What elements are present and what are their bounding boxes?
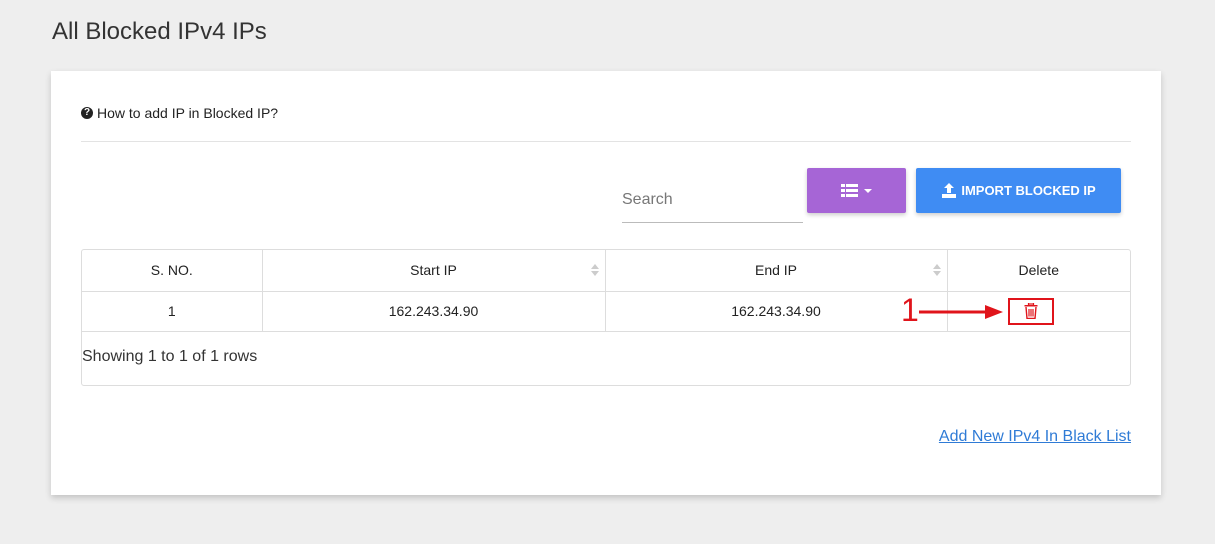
help-label: How to add IP in Blocked IP? (97, 105, 279, 121)
blocked-ip-card: ? How to add IP in Blocked IP? IMPORT BL… (51, 71, 1161, 495)
help-link[interactable]: ? How to add IP in Blocked IP? (81, 105, 278, 121)
table-header-row: S. NO. Start IP End IP Delete (82, 250, 1130, 292)
column-header-start-ip[interactable]: Start IP (262, 250, 606, 292)
question-circle-icon: ? (81, 107, 93, 119)
import-label: IMPORT BLOCKED IP (961, 183, 1096, 198)
divider (81, 141, 1131, 142)
list-icon (841, 184, 858, 197)
column-header-sno: S. NO. (82, 250, 263, 292)
annotation-number: 1 (901, 292, 919, 328)
columns-toggle-button[interactable] (807, 168, 906, 213)
cell-sno: 1 (82, 291, 263, 332)
sort-icon[interactable] (590, 264, 599, 278)
caret-down-icon (864, 188, 872, 193)
upload-icon (942, 183, 957, 198)
add-new-ipv4-link[interactable]: Add New IPv4 In Black List (939, 428, 1131, 446)
trash-icon (1024, 303, 1038, 319)
page-title: All Blocked IPv4 IPs (52, 18, 267, 45)
cell-end-ip: 162.243.34.90 (605, 291, 948, 332)
delete-button[interactable] (1008, 297, 1055, 325)
search-input[interactable] (622, 177, 803, 223)
sort-icon[interactable] (932, 264, 941, 278)
annotation-arrow-icon (919, 305, 1003, 319)
import-blocked-ip-button[interactable]: IMPORT BLOCKED IP (916, 168, 1121, 213)
cell-start-ip: 162.243.34.90 (262, 291, 606, 332)
pagination-info: Showing 1 to 1 of 1 rows (82, 348, 258, 365)
column-header-end-ip[interactable]: End IP (605, 250, 948, 292)
column-header-delete: Delete (947, 250, 1130, 292)
